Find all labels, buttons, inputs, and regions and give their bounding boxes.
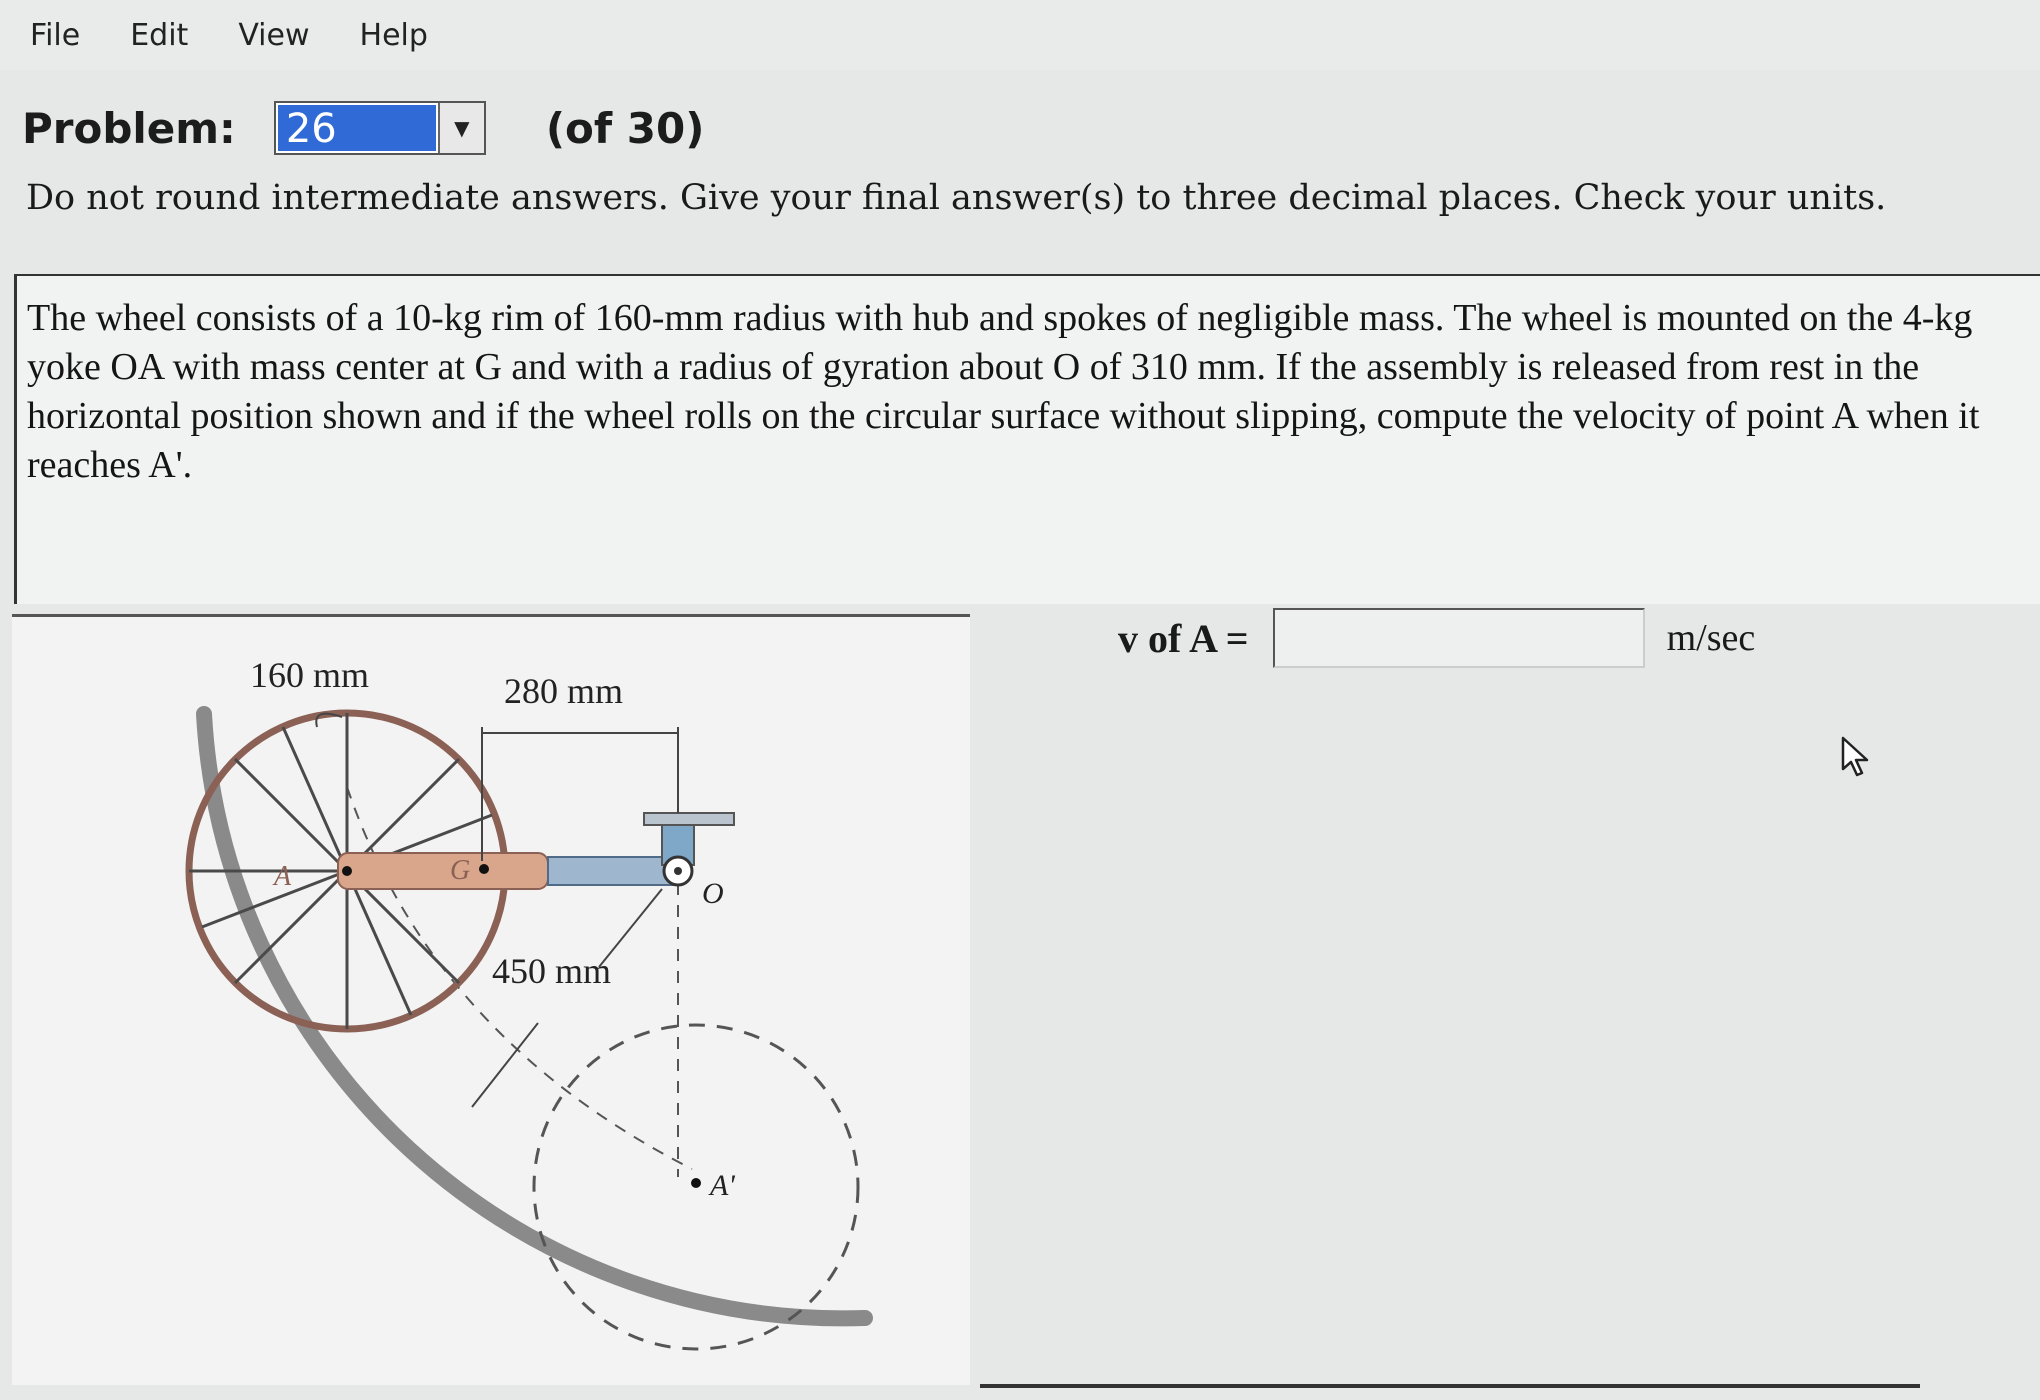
label-G: G <box>450 855 470 886</box>
answer-label: v of A = <box>1118 615 1249 661</box>
problem-dropdown[interactable]: 26 ▼ <box>273 101 486 155</box>
pivot-support <box>643 812 735 826</box>
label-O: O <box>702 877 724 910</box>
divider <box>980 1384 1920 1388</box>
problem-statement: The wheel consists of a 10-kg rim of 160… <box>14 274 2040 604</box>
point-G <box>479 864 489 874</box>
answer-row: v of A = m/sec <box>1118 605 1755 671</box>
problem-figure: 160 mm 280 mm 450 mm A G O A' <box>12 614 970 1385</box>
wheel-yoke-diagram: 160 mm 280 mm 450 mm A G O A' <box>185 655 873 1351</box>
label-450mm: 450 mm <box>492 951 611 991</box>
answer-input[interactable] <box>1272 608 1645 668</box>
problem-selector-row: Problem: 26 ▼ (of 30) <box>22 98 704 158</box>
problem-dropdown-value[interactable]: 26 <box>277 105 436 152</box>
label-A-prime: A' <box>708 1169 735 1202</box>
point-A-prime <box>691 1178 701 1188</box>
label-280mm: 280 mm <box>504 671 623 711</box>
instructions-text: Do not round intermediate answers. Give … <box>26 178 1887 218</box>
mouse-pointer-icon <box>1841 736 1869 777</box>
menu-file[interactable]: File <box>30 18 80 53</box>
yoke-arm <box>337 852 549 890</box>
problem-label: Problem: <box>22 103 236 153</box>
menu-help[interactable]: Help <box>360 18 428 53</box>
yoke-shaft <box>547 856 679 886</box>
point-A <box>342 866 352 876</box>
chevron-down-icon[interactable]: ▼ <box>437 103 484 153</box>
label-160mm: 160 mm <box>250 655 369 695</box>
answer-unit: m/sec <box>1666 617 1756 659</box>
label-A: A <box>272 861 292 892</box>
problem-total: (of 30) <box>545 103 705 153</box>
menu-view[interactable]: View <box>238 18 309 53</box>
menu-edit[interactable]: Edit <box>130 18 188 53</box>
circular-surface <box>196 706 873 1327</box>
menu-bar: File Edit View Help <box>0 0 2040 70</box>
